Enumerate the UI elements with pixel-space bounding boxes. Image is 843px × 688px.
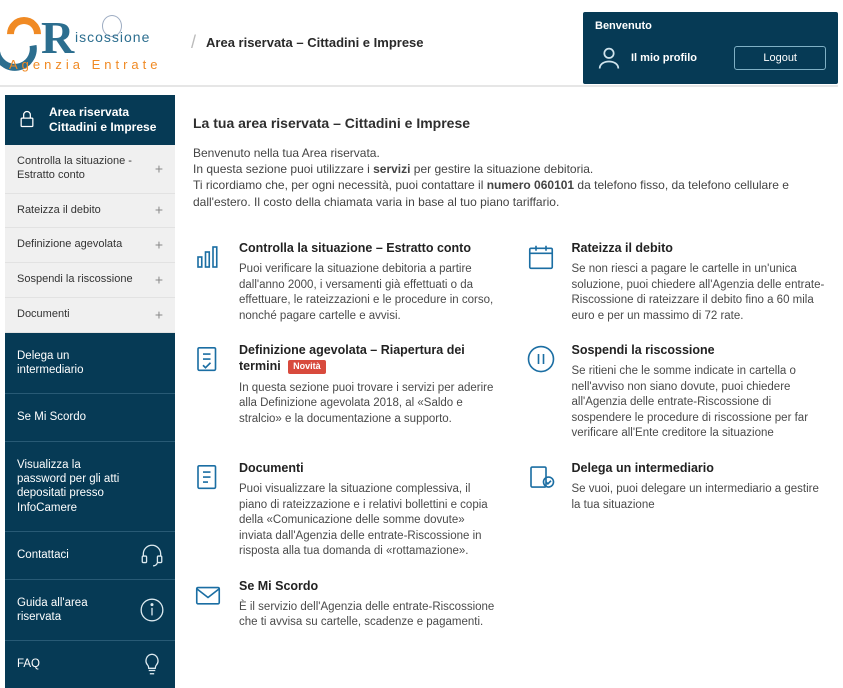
card-text: È il servizio dell'Agenzia delle entrate… <box>239 600 498 631</box>
card-definizione[interactable]: Definizione agevolata – Riapertura dei t… <box>193 342 498 442</box>
sidebar-link-label: Visualizza la password per gli atti depo… <box>17 459 119 514</box>
card-text: Puoi verificare la situazione debitoria … <box>239 262 498 324</box>
sidebar-link-guida[interactable]: Guida all'area riservata <box>5 580 175 642</box>
brand-logo[interactable]: R iscossione Agenzia Entrate <box>3 11 173 75</box>
card-title: Delega un intermediario <box>572 460 831 476</box>
card-text: Se vuoi, puoi delegare un intermediario … <box>572 482 831 513</box>
expand-icon: + <box>155 236 163 254</box>
calendar-icon <box>526 242 556 272</box>
card-documenti[interactable]: Documenti Puoi visualizzare la situazion… <box>193 460 498 560</box>
sidebar-item-sospendi[interactable]: Sospendi la riscossione + <box>5 263 175 298</box>
expand-icon: + <box>155 202 163 220</box>
breadcrumb: Area riservata – Cittadini e Imprese <box>206 35 424 50</box>
card-title: Documenti <box>239 460 498 476</box>
headset-icon <box>139 542 165 568</box>
sidebar-item-label: Documenti <box>17 308 70 320</box>
lock-icon <box>17 107 37 131</box>
delegate-icon <box>526 462 556 492</box>
sidebar-item-label: Controlla la situazione - Estratto conto <box>17 155 132 181</box>
card-title: Sospendi la riscossione <box>572 342 831 358</box>
card-title: Se Mi Scordo <box>239 578 498 594</box>
barchart-icon <box>193 242 223 272</box>
user-panel: Benvenuto Il mio profilo Logout <box>583 12 838 84</box>
logout-button[interactable]: Logout <box>734 46 826 70</box>
card-title: Controlla la situazione – Estratto conto <box>239 240 498 256</box>
sidebar-link-label: Contattaci <box>17 549 69 561</box>
info-icon <box>139 597 165 623</box>
card-title: Rateizza il debito <box>572 240 831 256</box>
breadcrumb-separator: / <box>191 32 196 53</box>
pause-icon <box>526 344 556 374</box>
sidebar-link-contattaci[interactable]: Contattaci <box>5 532 175 579</box>
card-semiscordo[interactable]: Se Mi Scordo È il servizio dell'Agenzia … <box>193 578 498 631</box>
welcome-label: Benvenuto <box>595 20 826 32</box>
bulb-icon <box>139 651 165 677</box>
sidebar-link-label: Se Mi Scordo <box>17 411 86 423</box>
app-header: R iscossione Agenzia Entrate / Area rise… <box>0 0 843 85</box>
card-rateizza[interactable]: Rateizza il debito Se non riesci a pagar… <box>526 240 831 324</box>
sidebar-link-semiscordo[interactable]: Se Mi Scordo <box>5 394 175 441</box>
folder-icon <box>193 462 223 492</box>
sidebar-link-label: Delega un intermediario <box>17 350 83 376</box>
sidebar-link-infocamere[interactable]: Visualizza la password per gli atti depo… <box>5 442 175 533</box>
sidebar-item-definizione[interactable]: Definizione agevolata + <box>5 228 175 263</box>
my-profile-link[interactable]: Il mio profilo <box>631 52 726 64</box>
card-text: Se ritieni che le somme indicate in cart… <box>572 364 831 442</box>
novita-badge: Novità <box>288 360 326 374</box>
sidebar-item-label: Rateizza il debito <box>17 204 101 216</box>
header-divider <box>0 85 838 87</box>
mail-icon <box>193 580 223 610</box>
sidebar-item-estratto-conto[interactable]: Controlla la situazione - Estratto conto… <box>5 145 175 194</box>
document-check-icon <box>193 344 223 374</box>
sidebar-link-delega[interactable]: Delega un intermediario <box>5 333 175 395</box>
card-sospendi[interactable]: Sospendi la riscossione Se ritieni che l… <box>526 342 831 442</box>
main-content: La tua area riservata – Cittadini e Impr… <box>193 95 838 623</box>
page-title: La tua area riservata – Cittadini e Impr… <box>193 115 830 131</box>
intro-text: Benvenuto nella tua Area riservata. In q… <box>193 145 813 210</box>
sidebar-link-faq[interactable]: FAQ <box>5 641 175 687</box>
card-delega[interactable]: Delega un intermediario Se vuoi, puoi de… <box>526 460 831 560</box>
sidebar: Area riservata Cittadini e Imprese Contr… <box>5 95 175 623</box>
cards-grid: Controlla la situazione – Estratto conto… <box>193 240 830 631</box>
expand-icon: + <box>155 160 163 178</box>
card-text: In questa sezione puoi trovare i servizi… <box>239 381 498 428</box>
card-text: Se non riesci a pagare le cartelle in un… <box>572 262 831 324</box>
sidebar-item-documenti[interactable]: Documenti + <box>5 298 175 333</box>
card-estratto-conto[interactable]: Controlla la situazione – Estratto conto… <box>193 240 498 324</box>
card-title: Definizione agevolata – Riapertura dei t… <box>239 342 498 375</box>
sidebar-item-label: Definizione agevolata <box>17 238 122 250</box>
sidebar-item-rateizza[interactable]: Rateizza il debito + <box>5 194 175 229</box>
sidebar-title: Area riservata Cittadini e Imprese <box>5 95 175 145</box>
expand-icon: + <box>155 271 163 289</box>
sidebar-link-label: FAQ <box>17 658 40 670</box>
sidebar-item-label: Sospendi la riscossione <box>17 273 133 285</box>
sidebar-link-label: Guida all'area riservata <box>17 597 88 623</box>
card-text: Puoi visualizzare la situazione compless… <box>239 482 498 560</box>
user-icon <box>595 44 623 72</box>
expand-icon: + <box>155 306 163 324</box>
